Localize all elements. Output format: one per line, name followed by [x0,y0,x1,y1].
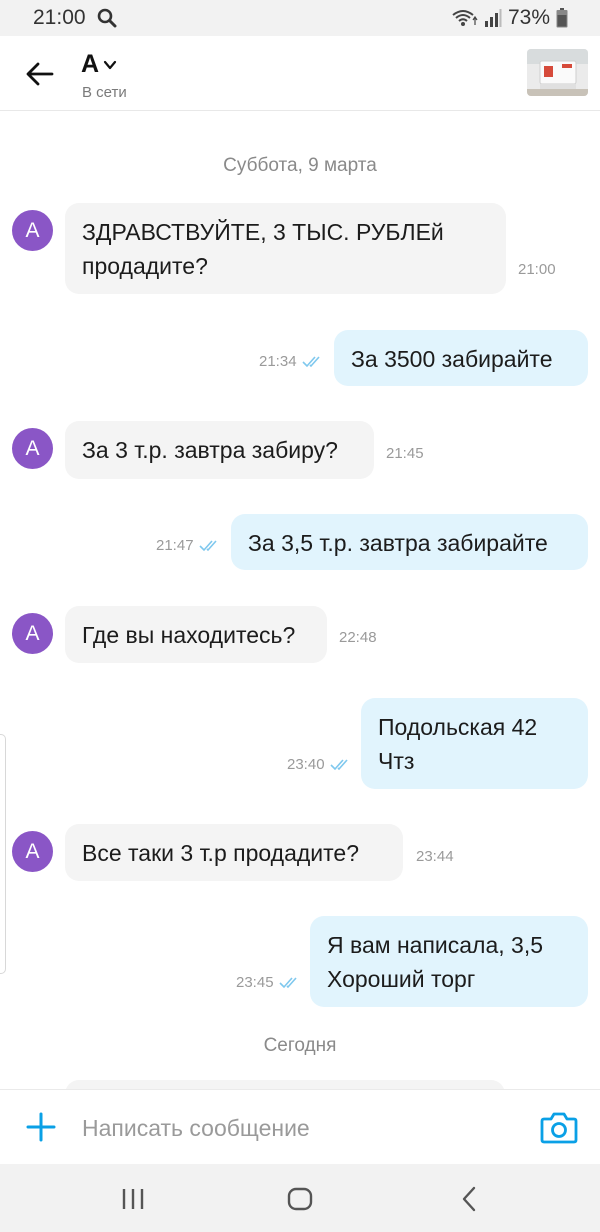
message-input[interactable] [82,1108,502,1148]
message-time: 23:40 [287,756,352,773]
attach-plus-button[interactable] [24,1110,58,1144]
outgoing-message[interactable]: За 3500 забирайте [334,330,588,386]
back-button[interactable] [22,56,58,92]
chat-header: А В сети [0,36,600,111]
outgoing-message[interactable]: За 3,5 т.р. завтра забирайте [231,514,588,570]
recent-apps-icon [122,1189,144,1209]
system-nav-bar [0,1164,600,1232]
incoming-message[interactable]: За 3 т.р. завтра забиру? [65,421,374,479]
search-icon [97,8,117,28]
contact-avatar[interactable]: А [12,831,53,872]
outgoing-message[interactable]: Я вам написала, 3,5 Хороший торг [310,916,588,1007]
message-time: 23:45 [236,974,301,991]
contact-avatar[interactable]: А [12,613,53,654]
message-list[interactable]: Суббота, 9 марта А ЗДРАВСТВУЙТЕ, 3 ТЫС. … [0,111,600,1089]
double-check-icon [198,539,217,551]
message-time: 22:48 [339,629,377,646]
battery-percent: 73% [507,6,550,29]
compose-bar [0,1089,600,1164]
contact-avatar[interactable]: А [12,210,53,251]
date-separator: Суббота, 9 марта [223,155,377,176]
double-check-icon [301,355,320,367]
date-separator: Сегодня [263,1035,337,1056]
status-bar: 21:00 73% [0,0,600,36]
message-time: 21:00 [518,261,556,278]
camera-icon[interactable] [540,1110,578,1144]
contact-avatar[interactable]: А [12,428,53,469]
incoming-message[interactable]: ЗДРАВСТВУЙТЕ, 3 ТЫС. РУБЛЕй продадите? [65,203,506,294]
arrow-left-icon [26,62,54,86]
message-time: 21:45 [386,445,424,462]
wifi-icon [452,10,478,26]
contact-status: В сети [82,84,127,101]
scroll-handle[interactable] [0,734,6,974]
contact-name-dropdown[interactable]: А [81,50,117,79]
double-check-icon [329,758,348,770]
incoming-message-partial[interactable] [65,1080,505,1089]
outgoing-message[interactable]: Подольская 42 Чтз [361,698,588,789]
listing-thumbnail[interactable] [527,49,588,96]
message-time: 21:34 [259,353,324,370]
home-button[interactable] [285,1184,315,1214]
sewing-machine-image [527,49,588,96]
message-time: 21:47 [156,537,221,554]
signal-icon [484,9,502,27]
chevron-down-icon [103,60,117,69]
message-time: 23:44 [416,848,454,865]
contact-name: А [81,50,100,78]
home-icon [287,1187,313,1211]
status-time: 21:00 [33,6,86,29]
incoming-message[interactable]: Все таки 3 т.р продадите? [65,824,403,881]
battery-icon [556,8,568,28]
recent-apps-button[interactable] [118,1184,148,1214]
chevron-left-icon [462,1186,476,1212]
back-nav-button[interactable] [454,1184,484,1214]
double-check-icon [278,976,297,988]
incoming-message[interactable]: Где вы находитесь? [65,606,327,663]
